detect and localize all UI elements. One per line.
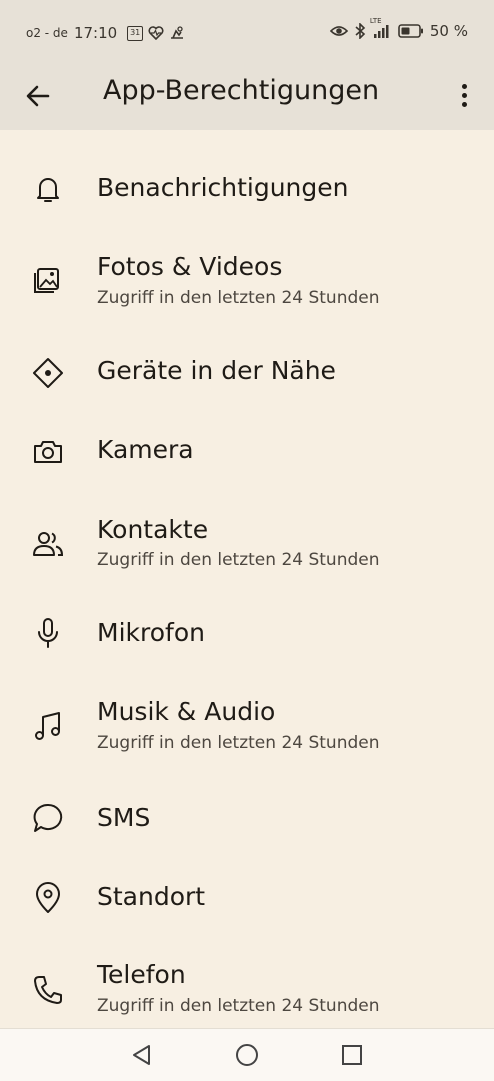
system-nav-bar [0, 1028, 494, 1081]
tool-icon [169, 26, 185, 40]
music-icon [31, 709, 65, 743]
permission-item-telefon[interactable]: Telefon Zugriff in den letzten 24 Stunde… [0, 935, 494, 1030]
permission-label: Telefon [97, 960, 186, 989]
location-icon [31, 881, 65, 915]
permission-subtitle: Zugriff in den letzten 24 Stunden [97, 550, 380, 570]
recents-square-icon [342, 1045, 362, 1065]
eye-icon [329, 24, 348, 38]
carrier-name: o2 - de [26, 26, 68, 40]
permission-item-standort[interactable]: Standort [0, 855, 494, 935]
permission-subtitle: Zugriff in den letzten 24 Stunden [97, 288, 380, 308]
permission-item-kamera[interactable]: Kamera [0, 410, 494, 490]
calendar-day: 31 [130, 27, 141, 37]
permission-item-geraete-in-der-naehe[interactable]: Geräte in der Nähe [0, 330, 494, 410]
permission-label: Kamera [97, 435, 194, 464]
status-right: LTE 50 % [329, 17, 468, 40]
permission-subtitle: Zugriff in den letzten 24 Stunden [97, 996, 380, 1016]
permission-label: Fotos & Videos [97, 252, 283, 281]
permission-item-fotos-videos[interactable]: Fotos & Videos Zugriff in den letzten 24… [0, 230, 494, 330]
permission-label: Mikrofon [97, 618, 205, 647]
battery-icon [398, 24, 424, 38]
app-bar: App-Berechtigungen [0, 60, 494, 130]
back-button[interactable] [22, 80, 54, 112]
status-left: o2 - de 17:10 31 [26, 24, 185, 42]
contacts-icon [31, 527, 65, 561]
calendar-icon: 31 [127, 25, 144, 41]
permission-item-sms[interactable]: SMS [0, 775, 494, 855]
arrow-left-icon [26, 85, 50, 107]
page-title: App-Berechtigungen [103, 75, 380, 106]
permission-label: Geräte in der Nähe [97, 356, 336, 385]
notification-icons: 31 [127, 25, 185, 41]
nav-back-button[interactable] [129, 1042, 155, 1068]
nav-recents-button[interactable] [339, 1042, 365, 1068]
camera-icon [31, 435, 65, 469]
home-circle-icon [236, 1044, 258, 1066]
clock: 17:10 [73, 24, 118, 42]
battery-percent: 50 % [429, 22, 468, 40]
heart-pulse-icon [148, 26, 164, 40]
back-triangle-icon [133, 1045, 150, 1065]
status-bar: o2 - de 17:10 31 LTE 50 % [0, 0, 494, 60]
bell-icon [31, 172, 65, 206]
more-dot [461, 83, 467, 89]
nearby-devices-icon [31, 356, 65, 390]
nav-home-button[interactable] [234, 1042, 260, 1068]
sms-icon [31, 801, 65, 835]
network-type: LTE [369, 17, 382, 25]
bluetooth-icon [354, 23, 366, 39]
permission-item-mikrofon[interactable]: Mikrofon [0, 590, 494, 670]
permission-item-musik-audio[interactable]: Musik & Audio Zugriff in den letzten 24 … [0, 670, 494, 775]
photos-icon [31, 263, 65, 297]
permission-label: Kontakte [97, 515, 209, 544]
permission-label: Standort [97, 882, 206, 911]
permission-item-kontakte[interactable]: Kontakte Zugriff in den letzten 24 Stund… [0, 490, 494, 590]
more-dot [461, 101, 467, 107]
microphone-icon [31, 616, 65, 650]
permission-label: Benachrichtigungen [97, 173, 349, 202]
permission-item-benachrichtigungen[interactable]: Benachrichtigungen [0, 150, 494, 230]
permission-label: SMS [97, 803, 151, 832]
phone-icon [31, 973, 65, 1007]
more-dot [461, 92, 467, 98]
more-options-button[interactable] [452, 78, 476, 112]
permission-label: Musik & Audio [97, 697, 276, 726]
signal-icon: LTE [370, 17, 392, 39]
permission-subtitle: Zugriff in den letzten 24 Stunden [97, 733, 380, 753]
